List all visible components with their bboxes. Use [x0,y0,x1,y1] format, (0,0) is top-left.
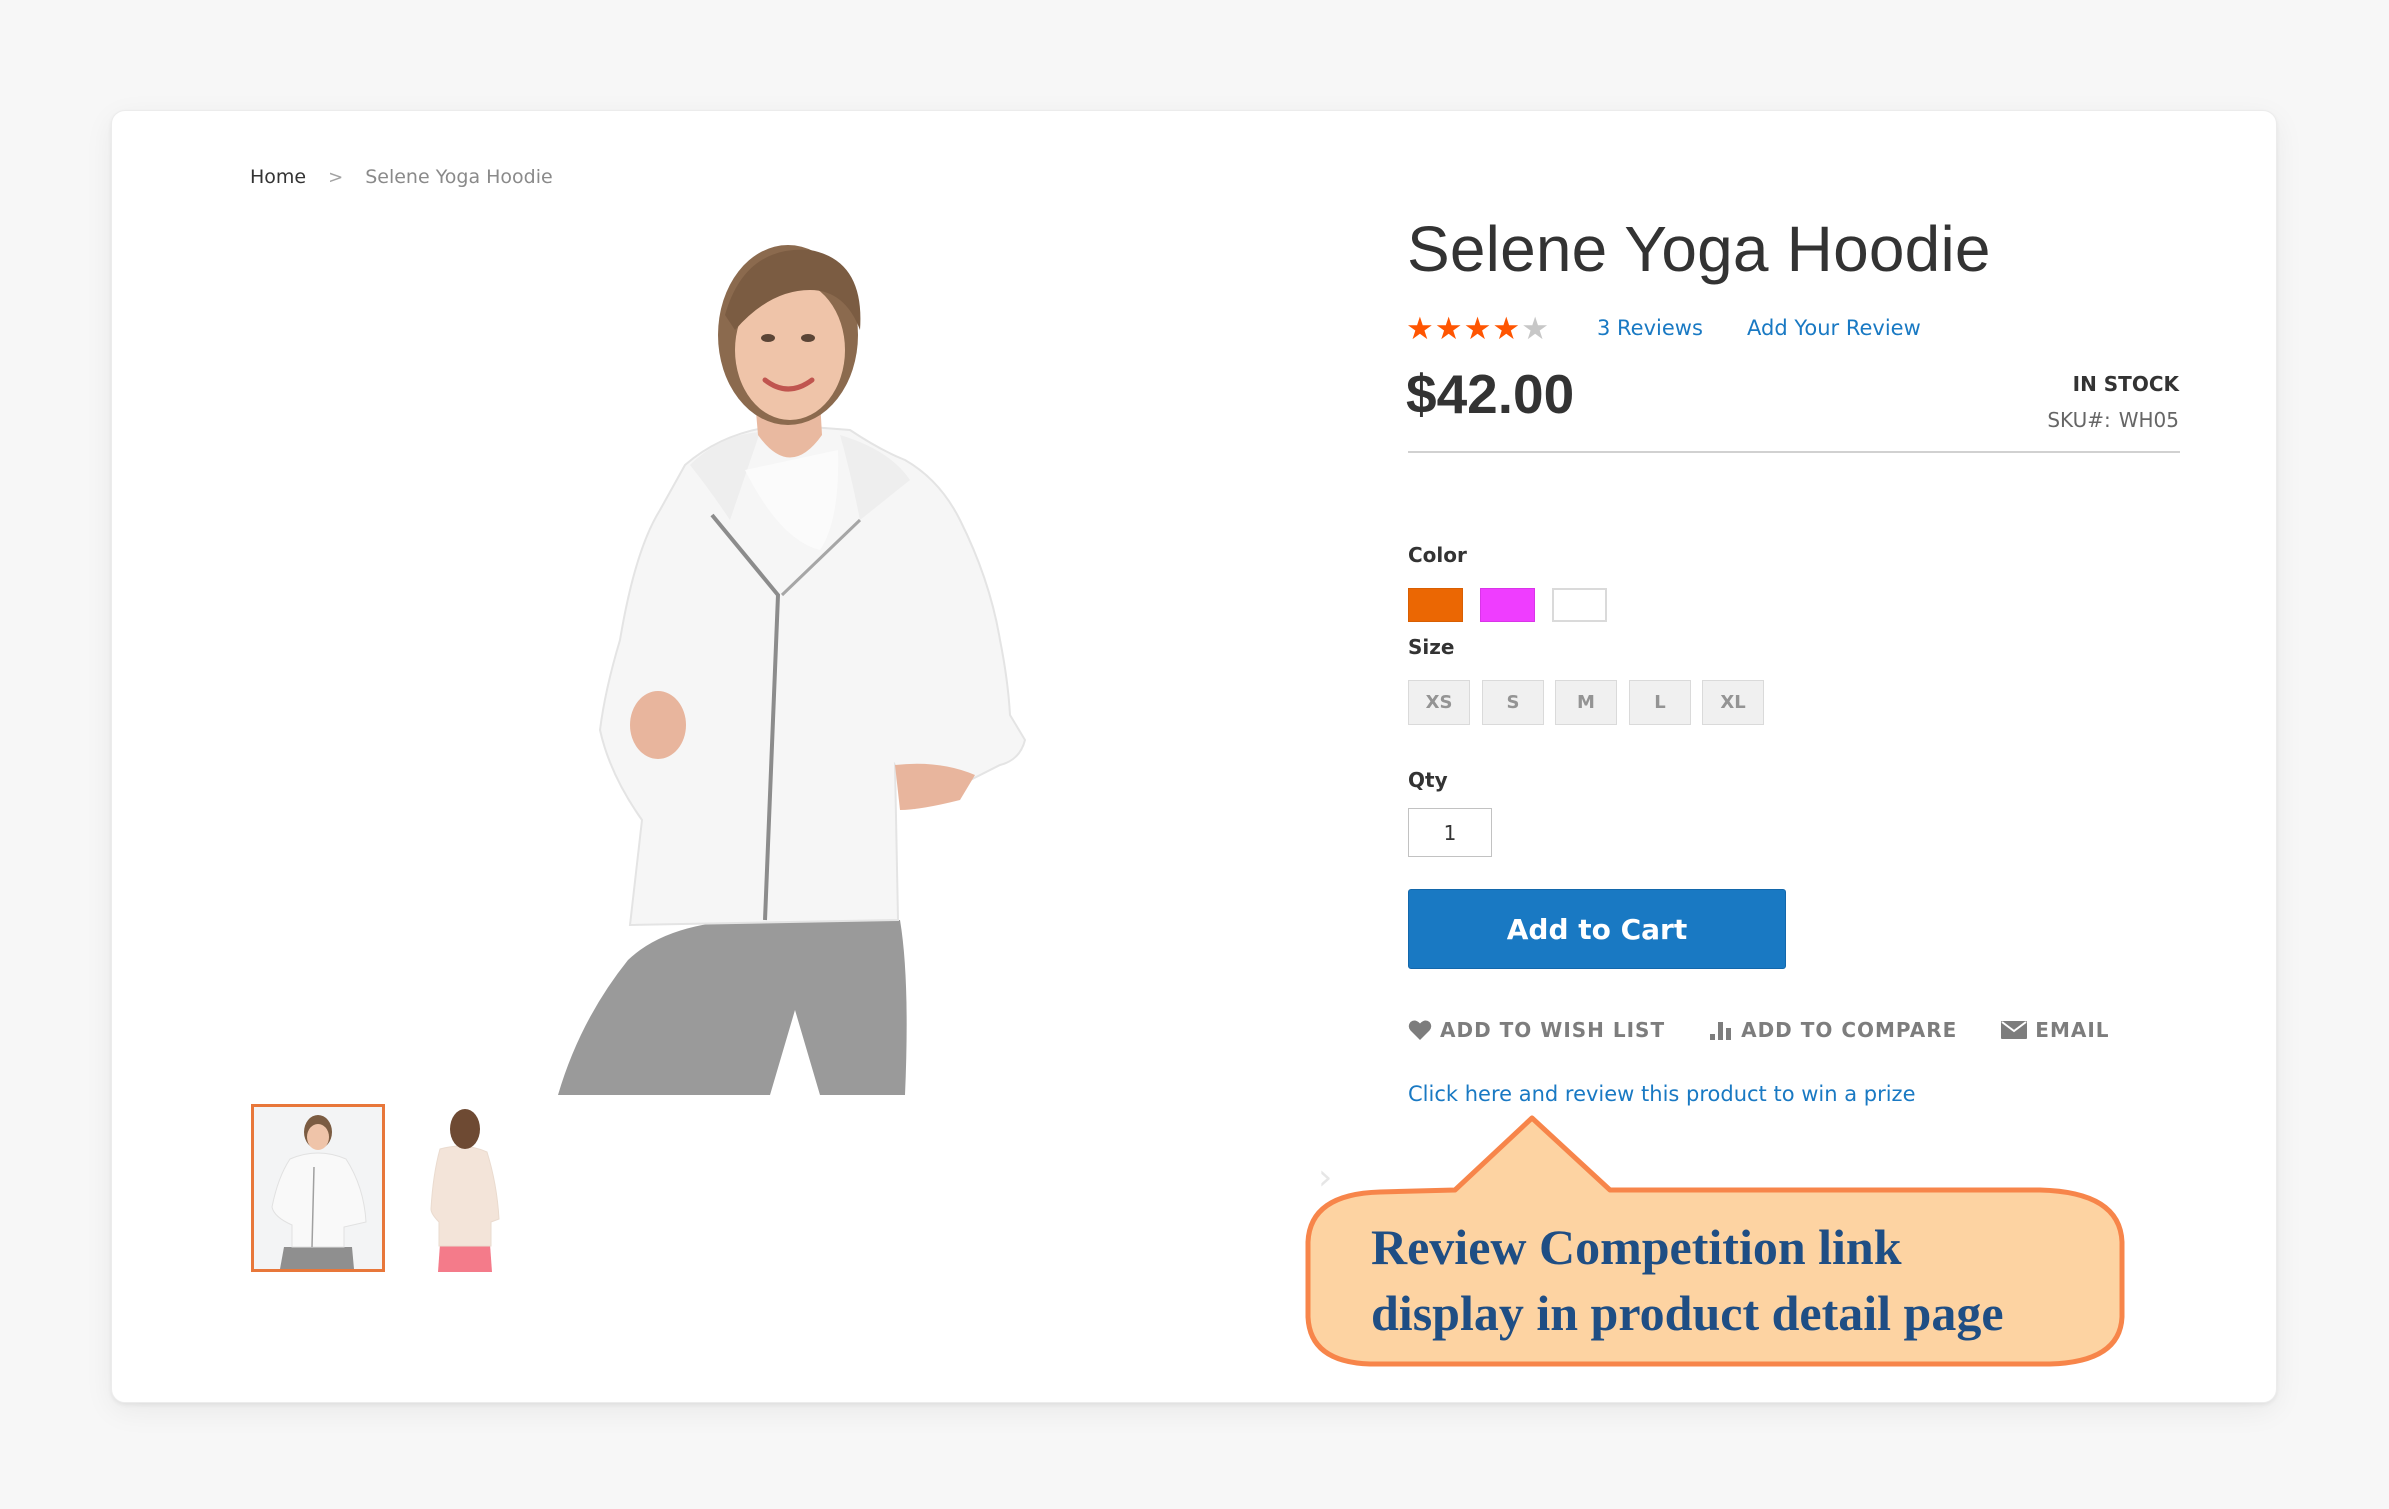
qty-label: Qty [1408,768,1448,792]
size-option-xl[interactable]: XL [1702,680,1764,725]
add-review-link[interactable]: Add Your Review [1747,316,1921,340]
rating-stars: ★ ★ ★ ★ ★ [1406,313,1549,345]
sku-label: SKU#: [2047,408,2111,432]
heart-icon [1408,1019,1432,1041]
callout-line-1: Review Competition link [1371,1219,1902,1275]
callout-line-2: display in product detail page [1371,1285,2004,1341]
star-filled-icon: ★ [1492,311,1521,347]
breadcrumb-home-link[interactable]: Home [250,166,306,188]
size-option-s[interactable]: S [1482,680,1544,725]
size-option-m[interactable]: M [1555,680,1617,725]
color-label: Color [1408,543,1467,567]
callout-text: Review Competition link display in produ… [1371,1214,2091,1346]
star-filled-icon: ★ [1463,311,1492,347]
add-to-cart-button[interactable]: Add to Cart [1408,889,1786,969]
envelope-icon [2001,1021,2028,1039]
breadcrumb-current: Selene Yoga Hoodie [365,166,553,188]
price-divider [1408,451,2180,453]
add-to-compare-link[interactable]: ADD TO COMPARE [1709,1018,1957,1042]
qty-input[interactable] [1408,808,1492,857]
reviews-count-link[interactable]: 3 Reviews [1597,316,1703,340]
star-empty-icon: ★ [1521,311,1549,347]
breadcrumb-separator-icon: > [328,166,344,188]
wishlist-label: ADD TO WISH LIST [1440,1018,1666,1042]
review-competition-link[interactable]: Click here and review this product to wi… [1408,1082,1916,1106]
product-actions: ADD TO WISH LIST ADD TO COMPARE EMAIL [1408,1018,2110,1042]
sku-value: WH05 [2118,408,2179,432]
size-label: Size [1408,635,1455,659]
compare-chart-icon [1709,1020,1733,1040]
star-filled-icon: ★ [1406,311,1434,347]
size-option-xs[interactable]: XS [1408,680,1470,725]
compare-label: ADD TO COMPARE [1741,1018,1958,1042]
product-title: Selene Yoga Hoodie [1407,213,1991,285]
star-filled-icon: ★ [1434,311,1463,347]
breadcrumb: Home > Selene Yoga Hoodie [250,166,553,188]
email-label: EMAIL [2035,1018,2110,1042]
color-swatch-white[interactable] [1552,588,1607,622]
thumbnail-back[interactable] [405,1104,539,1272]
color-swatch-purple[interactable] [1480,588,1535,622]
sku: SKU#: WH05 [2047,408,2179,432]
size-option-l[interactable]: L [1629,680,1691,725]
main-product-image[interactable] [520,220,1120,1095]
thumbnail-front[interactable] [251,1104,385,1272]
stock-status: IN STOCK [2072,372,2179,396]
product-price: $42.00 [1406,363,1575,425]
add-to-wishlist-link[interactable]: ADD TO WISH LIST [1408,1018,1665,1042]
color-swatch-orange[interactable] [1408,588,1463,622]
email-link[interactable]: EMAIL [2001,1018,2109,1042]
